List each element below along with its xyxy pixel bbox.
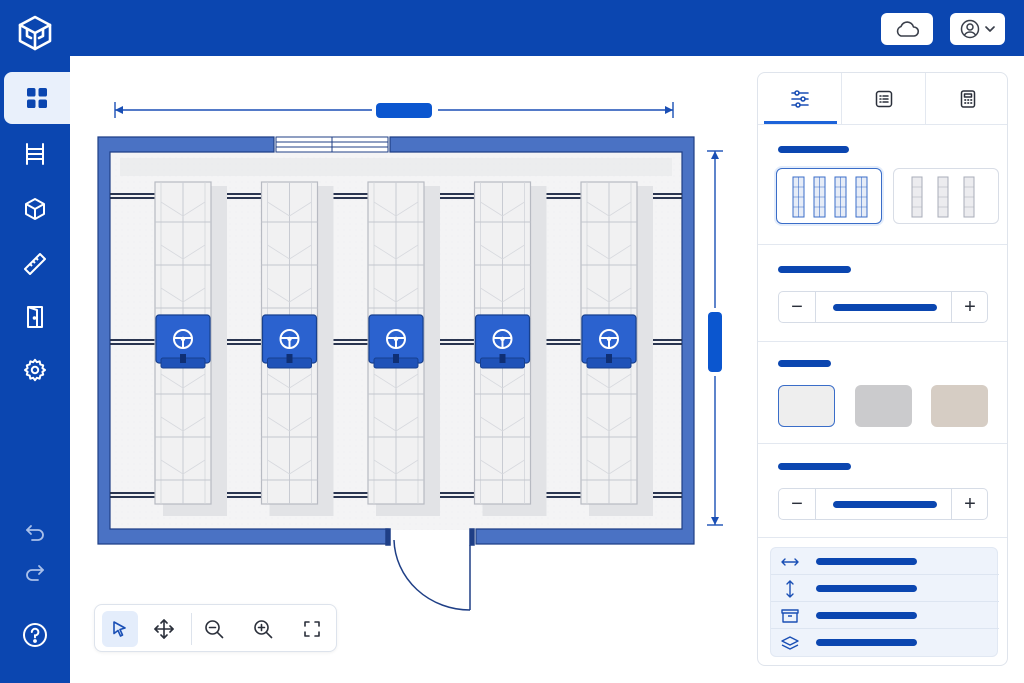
increment-button[interactable]: +	[952, 489, 988, 519]
layout-option-spaced[interactable]	[893, 168, 999, 224]
sidebar-item-door[interactable]	[16, 298, 54, 336]
canvas-toolbar	[94, 604, 337, 652]
rack-row[interactable]	[367, 181, 440, 516]
active-tab-indicator	[764, 121, 837, 124]
box-icon	[779, 605, 801, 627]
fit-screen-button[interactable]	[294, 611, 330, 647]
layout-section-label	[778, 146, 849, 153]
rack-row[interactable]	[260, 181, 334, 516]
door-swing	[385, 528, 475, 611]
summary-row-width	[771, 548, 999, 575]
finish-section-label	[778, 360, 831, 367]
redo-icon	[26, 565, 44, 581]
calculator-icon	[960, 90, 975, 108]
cloud-sync-button[interactable]	[881, 13, 933, 45]
steering-wheel-icon[interactable]	[368, 314, 424, 369]
steering-wheel-icon[interactable]	[474, 314, 531, 369]
grid-icon	[27, 88, 47, 108]
sidebar-item-object[interactable]	[16, 190, 54, 228]
summary-row-capacity	[771, 602, 999, 629]
layout-option-dense[interactable]	[776, 168, 882, 224]
horizontal-dimension-icon	[114, 102, 674, 118]
undo-button[interactable]	[16, 513, 54, 551]
stepper-value[interactable]	[833, 304, 937, 311]
user-avatar-icon	[960, 19, 979, 39]
decrement-button[interactable]: −	[779, 292, 815, 322]
decrement-button[interactable]: −	[779, 489, 815, 519]
aisle-section-label	[778, 266, 851, 273]
width-arrows-icon	[779, 551, 801, 573]
shelving-rack-icon	[26, 143, 44, 165]
cloud-icon	[896, 21, 920, 37]
list-icon	[875, 90, 892, 108]
stepper-value[interactable]	[833, 501, 937, 508]
undo-icon	[26, 525, 44, 541]
sidebar-item-measure[interactable]	[16, 245, 54, 283]
sliders-icon	[790, 90, 809, 108]
zoom-in-button[interactable]	[245, 611, 281, 647]
vertical-dimension-icon	[707, 150, 723, 526]
gear-icon	[24, 358, 46, 382]
quantity-stepper: − +	[778, 488, 988, 520]
summary-list	[770, 547, 999, 657]
move-icon	[154, 619, 174, 639]
increment-button[interactable]: +	[952, 292, 988, 322]
pan-tool-button[interactable]	[146, 611, 182, 647]
zoom-out-button[interactable]	[196, 611, 232, 647]
rack-row[interactable]	[154, 181, 227, 516]
window	[275, 136, 389, 153]
aisle-width-stepper: − +	[778, 291, 988, 323]
layers-icon	[779, 632, 801, 654]
ruler-icon	[24, 253, 46, 275]
isometric-cube-logo-icon[interactable]	[15, 13, 55, 53]
select-tool-button[interactable]	[102, 611, 138, 647]
panel-tabs	[758, 73, 1007, 125]
tab-configure[interactable]	[758, 73, 841, 125]
sidebar-item-settings[interactable]	[16, 351, 54, 389]
swatch-grey[interactable]	[855, 385, 912, 427]
chevron-down-icon	[984, 26, 995, 32]
fullscreen-icon	[304, 621, 320, 637]
summary-row-height	[771, 575, 999, 602]
steering-wheel-icon[interactable]	[155, 314, 211, 369]
sidebar-item-rack[interactable]	[16, 135, 54, 173]
floorplan	[97, 102, 723, 611]
help-circle-icon	[23, 623, 47, 647]
tab-list[interactable]	[842, 73, 925, 125]
height-dimension-label[interactable]	[708, 312, 722, 372]
quantity-section-label	[778, 463, 851, 470]
steering-wheel-icon[interactable]	[261, 314, 318, 369]
floorplan-canvas[interactable]	[70, 56, 754, 683]
redo-button[interactable]	[16, 553, 54, 591]
door-icon	[27, 306, 43, 328]
cube-icon	[25, 198, 45, 220]
swatch-beige[interactable]	[931, 385, 988, 427]
summary-row-levels	[771, 629, 999, 656]
user-menu-button[interactable]	[950, 13, 1005, 45]
zoom-in-icon	[254, 620, 273, 639]
rack-row[interactable]	[580, 181, 653, 516]
steering-wheel-icon[interactable]	[581, 314, 637, 369]
sidebar-item-dashboard[interactable]	[4, 72, 70, 124]
tab-calculator[interactable]	[926, 73, 1007, 125]
swatch-light-grey[interactable]	[778, 385, 835, 427]
help-button[interactable]	[16, 616, 54, 654]
height-arrows-icon	[779, 578, 801, 600]
rack-row[interactable]	[473, 181, 547, 516]
properties-panel: − + − +	[757, 72, 1008, 666]
zoom-out-icon	[205, 620, 224, 639]
width-dimension-label[interactable]	[376, 103, 432, 118]
sidebar	[0, 0, 70, 683]
pointer-icon	[113, 621, 126, 637]
